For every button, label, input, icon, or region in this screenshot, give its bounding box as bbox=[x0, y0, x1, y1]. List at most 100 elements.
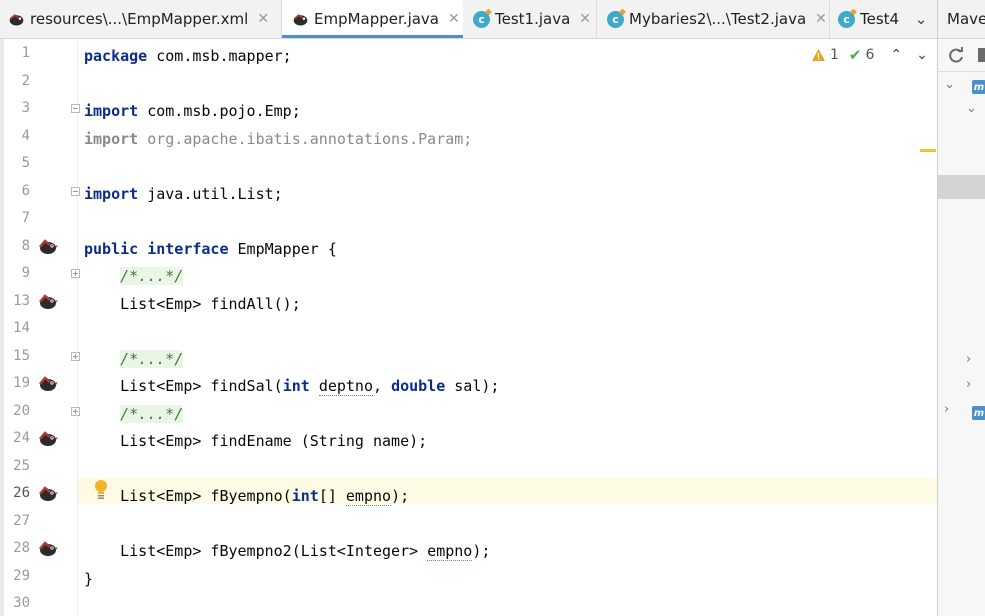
lightbulb-icon[interactable] bbox=[93, 479, 109, 501]
mybatis-navigation-icon[interactable] bbox=[37, 486, 58, 502]
code-line[interactable]: import java.util.List; bbox=[84, 184, 283, 204]
code-line[interactable]: public interface EmpMapper { bbox=[84, 239, 337, 259]
line-number: 8 bbox=[21, 237, 30, 254]
mybatis-navigation-icon[interactable] bbox=[37, 376, 58, 392]
mybatis-navigation-icon[interactable] bbox=[37, 293, 58, 310]
maven-project-icon: m bbox=[972, 406, 985, 420]
class-icon: c bbox=[838, 10, 855, 28]
code-token: org.apache.ibatis.annotations.Param; bbox=[138, 129, 473, 148]
code-line[interactable]: import org.apache.ibatis.annotations.Par… bbox=[84, 129, 472, 149]
mybatis-bird-icon bbox=[293, 13, 308, 25]
keyword-token: import bbox=[84, 184, 139, 203]
refresh-icon[interactable] bbox=[948, 47, 965, 64]
line-number: 7 bbox=[21, 210, 30, 226]
line-number: 14 bbox=[13, 320, 30, 336]
next-highlight-icon[interactable]: ⌄ bbox=[916, 47, 928, 63]
warning-icon bbox=[812, 49, 825, 61]
line-number: 15 bbox=[13, 347, 30, 364]
code-token: ); bbox=[391, 487, 410, 505]
line-number: 3 bbox=[21, 100, 30, 116]
tab-label: Test4 bbox=[860, 10, 900, 28]
left-edge-strip bbox=[0, 39, 4, 616]
folded-comment[interactable]: /*...*/ bbox=[120, 349, 184, 368]
chevron-right-icon[interactable]: › bbox=[944, 402, 949, 417]
line-number: 9 bbox=[21, 265, 30, 281]
line-number: 6 bbox=[21, 182, 30, 199]
tab-test2-java[interactable]: c Mybaries2\...\Test2.java ✕ bbox=[607, 0, 828, 38]
code-line[interactable]: List<Emp> findAll(); bbox=[84, 294, 301, 314]
code-line[interactable]: import com.msb.pojo.Emp; bbox=[84, 101, 301, 121]
keyword-token: double bbox=[391, 377, 446, 395]
maven-project-icon: m bbox=[972, 80, 985, 94]
code-token: [] bbox=[318, 487, 346, 505]
maven-toolbar bbox=[938, 39, 985, 72]
keyword-token: package bbox=[84, 47, 148, 65]
scrollbar-warning-marker[interactable] bbox=[920, 149, 936, 152]
previous-highlight-icon[interactable]: ⌃ bbox=[890, 47, 902, 63]
chevron-down-icon[interactable]: ⌄ bbox=[944, 77, 955, 92]
tab-label: Test1.java bbox=[495, 10, 571, 28]
tab-list-chevron-icon[interactable]: ⌄ bbox=[906, 0, 936, 38]
folded-comment[interactable]: /*...*/ bbox=[120, 404, 184, 423]
code-token: ); bbox=[472, 542, 491, 560]
weak-warning-count: 6 bbox=[865, 47, 875, 63]
selected-tree-row[interactable] bbox=[938, 175, 985, 199]
close-icon[interactable]: ✕ bbox=[579, 11, 591, 27]
mybatis-navigation-icon[interactable] bbox=[37, 238, 58, 255]
code-editor[interactable]: package com.msb.mapper; import com.msb.po… bbox=[78, 39, 937, 616]
mybatis-navigation-icon[interactable] bbox=[37, 541, 58, 557]
tab-label: resources\...\EmpMapper.xml bbox=[30, 10, 249, 28]
code-token: com.msb.pojo.Emp; bbox=[138, 102, 301, 120]
code-line[interactable]: /*...*/ bbox=[84, 266, 184, 286]
close-icon[interactable]: ✕ bbox=[257, 11, 269, 27]
chevron-down-icon[interactable]: ⌄ bbox=[966, 101, 977, 116]
line-number: 30 bbox=[13, 595, 30, 611]
code-line[interactable]: /*...*/ bbox=[84, 349, 184, 369]
maven-header: Maven bbox=[938, 0, 985, 39]
close-icon[interactable]: ✕ bbox=[448, 11, 460, 27]
code-token: import bbox=[84, 129, 139, 148]
code-line[interactable]: List<Emp> fByempno(int[] empno); bbox=[84, 486, 409, 506]
code-token: empno bbox=[345, 487, 392, 506]
line-number: 29 bbox=[13, 567, 30, 584]
add-icon[interactable] bbox=[978, 48, 985, 62]
line-number: 25 bbox=[13, 457, 30, 474]
keyword-token: public bbox=[84, 239, 139, 258]
keyword-token: interface bbox=[147, 239, 229, 258]
inspection-widget[interactable]: 1 ✔ 6 ⌃ ⌄ bbox=[811, 44, 932, 66]
code-line[interactable]: } bbox=[84, 569, 93, 589]
tab-test1-java[interactable]: c Test1.java ✕ bbox=[473, 0, 593, 38]
check-icon: ✔ bbox=[848, 46, 862, 64]
code-line[interactable]: package com.msb.mapper; bbox=[84, 46, 292, 66]
mybatis-bird-icon bbox=[9, 13, 24, 25]
keyword-token: int bbox=[282, 377, 310, 395]
tab-test4[interactable]: c Test4 bbox=[838, 0, 902, 38]
tab-empmapper-java[interactable]: EmpMapper.java ✕ bbox=[282, 0, 463, 38]
editor-gutter: 1 2 3 4 5 6 7 8 9 13 14 15 19 20 24 25 26 27 28 29 30 bbox=[0, 39, 80, 616]
line-number: 1 bbox=[21, 45, 30, 61]
code-token: List<Emp> fByempno( bbox=[84, 487, 292, 505]
code-line[interactable]: List<Emp> findSal(int deptno, double sal… bbox=[84, 376, 499, 396]
mybatis-navigation-icon[interactable] bbox=[37, 431, 58, 447]
code-token: List<Emp> findEname (String name); bbox=[84, 432, 428, 450]
line-number: 24 bbox=[13, 430, 30, 446]
close-icon[interactable]: ✕ bbox=[815, 11, 827, 27]
keyword-token: import bbox=[84, 102, 139, 120]
line-number: 2 bbox=[21, 72, 30, 89]
chevron-right-icon[interactable]: › bbox=[966, 352, 971, 367]
code-line[interactable]: /*...*/ bbox=[84, 404, 184, 424]
line-number: 20 bbox=[13, 402, 30, 419]
line-number: 4 bbox=[21, 127, 30, 144]
tab-empmapper-xml[interactable]: resources\...\EmpMapper.xml ✕ bbox=[8, 0, 278, 38]
code-line[interactable]: List<Emp> fByempno2(List<Integer> empno)… bbox=[84, 541, 490, 561]
line-number: 28 bbox=[13, 540, 30, 556]
tab-label: Mybaries2\...\Test2.java bbox=[629, 10, 807, 28]
keyword-token: int bbox=[291, 487, 319, 505]
code-token: List<Emp> findAll(); bbox=[84, 294, 301, 313]
chevron-right-icon[interactable]: › bbox=[966, 377, 971, 392]
folded-comment[interactable]: /*...*/ bbox=[120, 267, 184, 285]
code-line[interactable]: List<Emp> findEname (String name); bbox=[84, 431, 427, 451]
